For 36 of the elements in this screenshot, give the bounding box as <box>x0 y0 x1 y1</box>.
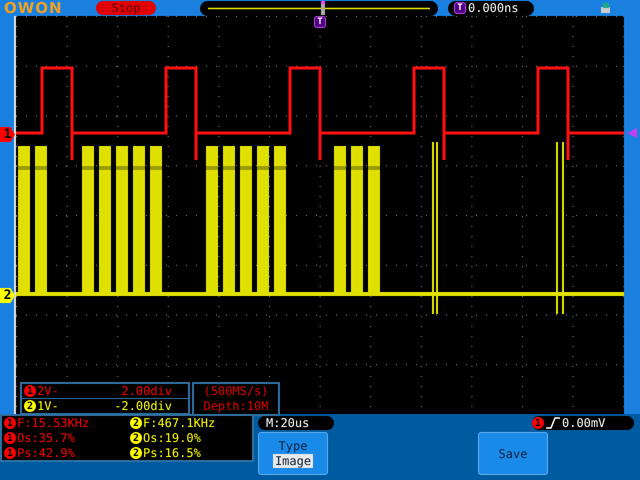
channel-badge: 2 <box>130 432 142 444</box>
brand-logo: OWON <box>4 0 64 17</box>
channel-badge: 1 <box>4 417 16 429</box>
measurement-value: Os:35.7% <box>17 431 75 445</box>
trigger-marker: T <box>454 2 466 14</box>
timebase: M:20us <box>258 416 334 430</box>
trigger-level-value: 0.00mV <box>562 416 606 430</box>
channel-marker: 2 <box>0 288 15 303</box>
measurement-value: Os:19.0% <box>143 431 201 445</box>
channel-badge: 1 <box>4 432 16 444</box>
rising-edge-icon <box>546 417 560 429</box>
channel-scale: 1V- <box>37 399 59 413</box>
channel-scale: 2V- <box>37 384 59 398</box>
memory-depth: Depth:10M <box>203 399 269 414</box>
menu-value: Image <box>272 454 314 468</box>
channel-badge: 2 <box>24 400 36 412</box>
channel-badge: 2 <box>130 447 142 459</box>
channel-badge: 1 <box>24 385 36 397</box>
sample-rate: (500MS/s) <box>203 384 269 399</box>
trigger-time-value: 0.000ns <box>468 1 519 15</box>
save-button[interactable]: Save <box>478 432 548 475</box>
measurement-value: Ps:16.5% <box>143 446 201 460</box>
menu-label: Type <box>278 439 308 453</box>
measurement-value: F:15.53KHz <box>17 416 90 430</box>
channel-offset: -2.00div <box>114 399 172 413</box>
channel-badge: 1 <box>4 447 16 459</box>
channel-badge: 2 <box>130 417 142 429</box>
channel-offset: 2.00div <box>121 384 172 398</box>
trigger-marker: T <box>314 16 326 28</box>
type-menu-button[interactable]: Type Image <box>258 432 328 475</box>
channel-badge: 1 <box>532 417 544 429</box>
measurement-value: Ps:42.9% <box>17 446 75 460</box>
measurement-value: F:467.1KHz <box>143 416 216 430</box>
run-status[interactable]: Stop <box>96 1 156 15</box>
channel-marker: 1 <box>0 127 15 142</box>
trigger-level-icon <box>627 128 637 138</box>
